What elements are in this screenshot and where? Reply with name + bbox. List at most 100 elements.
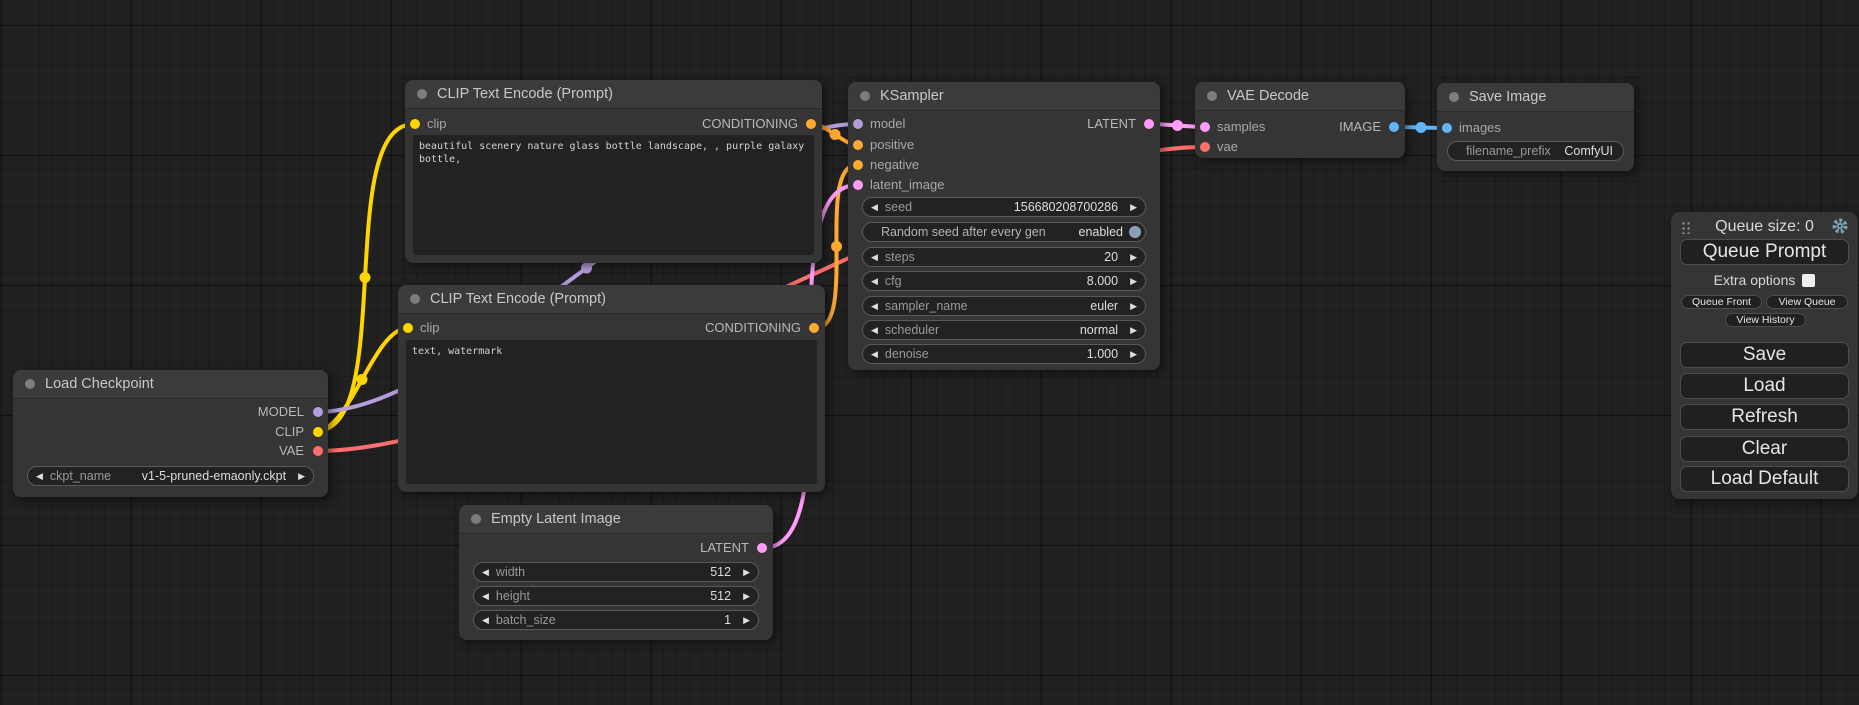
widget-label: scheduler xyxy=(885,323,1080,337)
node-title-bar[interactable]: CLIP Text Encode (Prompt) xyxy=(398,285,825,314)
widget-value: 512 xyxy=(710,565,731,579)
decrement-arrow-icon[interactable]: ◀ xyxy=(863,252,878,263)
node-title: Load Checkpoint xyxy=(45,376,154,392)
widget-seed[interactable]: ◀ seed 156680208700286 ▶ xyxy=(862,197,1146,217)
increment-arrow-icon[interactable]: ▶ xyxy=(1130,349,1145,360)
collapse-dot-icon[interactable] xyxy=(860,91,870,101)
collapse-dot-icon[interactable] xyxy=(1207,91,1217,101)
decrement-arrow-icon[interactable]: ◀ xyxy=(28,471,43,482)
view-queue-button[interactable]: View Queue xyxy=(1766,295,1848,309)
gear-icon[interactable] xyxy=(1831,217,1849,235)
node-empty-latent-image[interactable]: Empty Latent Image LATENT ◀ width 512 ▶ … xyxy=(459,505,773,640)
output-label-conditioning: CONDITIONING xyxy=(705,321,801,335)
port-vae-output[interactable] xyxy=(313,446,323,456)
node-graph-canvas[interactable]: Load Checkpoint MODEL CLIP VAE ◀ ckpt_na… xyxy=(0,0,1859,705)
node-vae-decode[interactable]: VAE Decode samples vae IMAGE xyxy=(1195,82,1405,158)
refresh-button[interactable]: Refresh xyxy=(1680,404,1849,430)
widget-scheduler[interactable]: ◀ scheduler normal ▶ xyxy=(862,320,1146,340)
node-clip-text-encode-negative[interactable]: CLIP Text Encode (Prompt) clip CONDITION… xyxy=(398,285,825,492)
collapse-dot-icon[interactable] xyxy=(25,379,35,389)
link-dot xyxy=(831,241,842,252)
toggle-dot-icon[interactable] xyxy=(1129,226,1141,238)
increment-arrow-icon[interactable]: ▶ xyxy=(1130,301,1145,312)
increment-arrow-icon[interactable]: ▶ xyxy=(1130,276,1145,287)
port-image-output[interactable] xyxy=(1389,122,1399,132)
decrement-arrow-icon[interactable]: ◀ xyxy=(863,325,878,336)
collapse-dot-icon[interactable] xyxy=(1449,92,1459,102)
comfy-menu-panel[interactable]: Queue size: 0 Queue Prompt Extra options… xyxy=(1671,212,1858,499)
load-button[interactable]: Load xyxy=(1680,373,1849,399)
port-clip-input[interactable] xyxy=(410,119,420,129)
decrement-arrow-icon[interactable]: ◀ xyxy=(863,301,878,312)
node-title-bar[interactable]: Load Checkpoint xyxy=(13,370,328,399)
port-images-input[interactable] xyxy=(1442,123,1452,133)
widget-width[interactable]: ◀ width 512 ▶ xyxy=(473,562,759,582)
queue-prompt-button[interactable]: Queue Prompt xyxy=(1680,239,1849,265)
node-title-bar[interactable]: Save Image xyxy=(1437,83,1634,112)
node-save-image[interactable]: Save Image images filename_prefix ComfyU… xyxy=(1437,83,1634,171)
increment-arrow-icon[interactable]: ▶ xyxy=(743,591,758,602)
port-positive-input[interactable] xyxy=(853,140,863,150)
view-history-button[interactable]: View History xyxy=(1725,313,1806,327)
widget-denoise[interactable]: ◀ denoise 1.000 ▶ xyxy=(862,344,1146,364)
port-latent-image-input[interactable] xyxy=(853,180,863,190)
widget-filename-prefix[interactable]: filename_prefix ComfyUI xyxy=(1447,141,1624,161)
node-title-bar[interactable]: Empty Latent Image xyxy=(459,505,773,534)
node-ksampler[interactable]: KSampler model positive negative latent_… xyxy=(848,82,1160,370)
port-latent-output[interactable] xyxy=(757,543,767,553)
widget-height[interactable]: ◀ height 512 ▶ xyxy=(473,586,759,606)
load-default-button[interactable]: Load Default xyxy=(1680,466,1849,492)
widget-sampler-name[interactable]: ◀ sampler_name euler ▶ xyxy=(862,296,1146,316)
link-dot xyxy=(830,129,841,140)
clear-button[interactable]: Clear xyxy=(1680,436,1849,462)
decrement-arrow-icon[interactable]: ◀ xyxy=(474,615,489,626)
node-clip-text-encode-positive[interactable]: CLIP Text Encode (Prompt) clip CONDITION… xyxy=(405,80,822,263)
port-samples-input[interactable] xyxy=(1200,122,1210,132)
increment-arrow-icon[interactable]: ▶ xyxy=(743,615,758,626)
port-negative-input[interactable] xyxy=(853,160,863,170)
save-button[interactable]: Save xyxy=(1680,342,1849,368)
node-title-bar[interactable]: VAE Decode xyxy=(1195,82,1405,111)
widget-batch-size[interactable]: ◀ batch_size 1 ▶ xyxy=(473,610,759,630)
widget-value: 8.000 xyxy=(1087,274,1118,288)
port-conditioning-output[interactable] xyxy=(806,119,816,129)
port-clip-input[interactable] xyxy=(403,323,413,333)
decrement-arrow-icon[interactable]: ◀ xyxy=(474,591,489,602)
widget-random-seed-toggle[interactable]: Random seed after every gen enabled xyxy=(862,222,1146,242)
port-model-output[interactable] xyxy=(313,407,323,417)
output-label-model: MODEL xyxy=(258,405,304,419)
widget-cfg[interactable]: ◀ cfg 8.000 ▶ xyxy=(862,271,1146,291)
input-label-negative: negative xyxy=(870,158,919,172)
widget-value: euler xyxy=(1090,299,1118,313)
decrement-arrow-icon[interactable]: ◀ xyxy=(863,276,878,287)
increment-arrow-icon[interactable]: ▶ xyxy=(743,567,758,578)
node-title-bar[interactable]: CLIP Text Encode (Prompt) xyxy=(405,80,822,109)
decrement-arrow-icon[interactable]: ◀ xyxy=(474,567,489,578)
port-clip-output[interactable] xyxy=(313,427,323,437)
decrement-arrow-icon[interactable]: ◀ xyxy=(863,202,878,213)
collapse-dot-icon[interactable] xyxy=(410,294,420,304)
port-conditioning-output[interactable] xyxy=(809,323,819,333)
prompt-textarea[interactable]: text, watermark xyxy=(406,340,817,484)
output-label-clip: CLIP xyxy=(275,425,304,439)
output-label-conditioning: CONDITIONING xyxy=(702,117,798,131)
increment-arrow-icon[interactable]: ▶ xyxy=(1130,252,1145,263)
decrement-arrow-icon[interactable]: ◀ xyxy=(863,349,878,360)
extra-options-checkbox[interactable] xyxy=(1802,274,1815,287)
increment-arrow-icon[interactable]: ▶ xyxy=(1130,325,1145,336)
node-title-bar[interactable]: KSampler xyxy=(848,82,1160,111)
port-latent-output[interactable] xyxy=(1144,119,1154,129)
collapse-dot-icon[interactable] xyxy=(417,89,427,99)
increment-arrow-icon[interactable]: ▶ xyxy=(1130,202,1145,213)
widget-ckpt-name[interactable]: ◀ ckpt_name v1-5-pruned-emaonly.ckpt ▶ xyxy=(27,466,314,486)
extra-options-label: Extra options xyxy=(1714,272,1796,288)
port-vae-input[interactable] xyxy=(1200,142,1210,152)
input-label-images: images xyxy=(1459,121,1501,135)
node-load-checkpoint[interactable]: Load Checkpoint MODEL CLIP VAE ◀ ckpt_na… xyxy=(13,370,328,497)
prompt-textarea[interactable]: beautiful scenery nature glass bottle la… xyxy=(413,135,814,255)
queue-front-button[interactable]: Queue Front xyxy=(1681,295,1762,309)
port-model-input[interactable] xyxy=(853,119,863,129)
increment-arrow-icon[interactable]: ▶ xyxy=(298,471,313,482)
collapse-dot-icon[interactable] xyxy=(471,514,481,524)
widget-steps[interactable]: ◀ steps 20 ▶ xyxy=(862,247,1146,267)
